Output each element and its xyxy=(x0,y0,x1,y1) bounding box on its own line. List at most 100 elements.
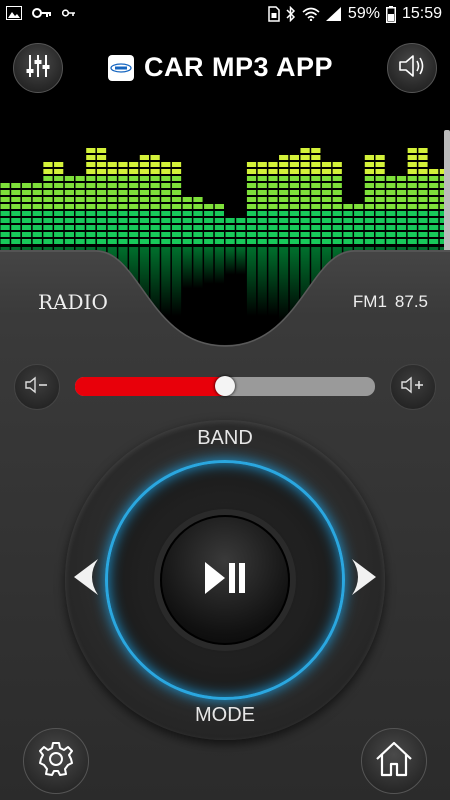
spectrum-segment xyxy=(96,197,107,202)
spectrum-segment xyxy=(396,176,407,181)
spectrum-segment xyxy=(300,197,310,202)
spectrum-segment xyxy=(311,204,321,209)
spectrum-segment xyxy=(321,225,332,230)
spectrum-segment xyxy=(54,225,64,230)
spectrum-segment xyxy=(257,190,267,195)
spectrum-segment xyxy=(396,239,407,244)
spectrum-segment xyxy=(246,211,257,216)
spectrum-segment xyxy=(118,197,128,202)
spectrum-segment xyxy=(300,176,310,181)
spectrum-segment xyxy=(311,155,321,160)
mode-button[interactable]: MODE xyxy=(0,704,450,727)
spectrum-segment xyxy=(0,190,10,195)
spectrum-segment xyxy=(75,232,85,237)
spectrum-segment xyxy=(386,218,396,223)
spectrum-segment xyxy=(96,218,107,223)
spectrum-segment xyxy=(418,225,428,230)
spectrum-segment xyxy=(32,204,42,209)
spectrum-segment xyxy=(386,225,396,230)
spectrum-segment xyxy=(321,211,332,216)
spectrum-segment xyxy=(289,169,299,174)
spectrum-segment xyxy=(182,218,192,223)
spectrum-segment xyxy=(96,148,107,153)
spectrum-segment xyxy=(139,239,149,244)
spectrum-segment xyxy=(407,183,417,188)
spectrum-segment xyxy=(257,204,267,209)
spectrum-segment xyxy=(429,211,439,216)
spectrum-segment xyxy=(171,190,182,195)
spectrum-segment xyxy=(257,218,267,223)
spectrum-segment xyxy=(407,218,417,223)
spectrum-segment xyxy=(396,225,407,230)
spectrum-segment xyxy=(204,218,214,223)
spectrum-segment xyxy=(257,225,267,230)
previous-arrow-button[interactable] xyxy=(72,557,100,602)
spectrum-segment xyxy=(43,176,53,181)
app-title-text: CAR MP3 APP xyxy=(144,52,334,82)
app-logo-icon xyxy=(108,54,134,81)
spectrum-segment xyxy=(246,190,257,195)
spectrum-segment xyxy=(300,190,310,195)
spectrum-segment xyxy=(300,204,310,209)
spectrum-segment xyxy=(11,204,21,209)
spectrum-segment xyxy=(321,169,332,174)
volume-up-button[interactable] xyxy=(390,364,436,410)
spectrum-segment xyxy=(43,162,53,167)
spectrum-segment xyxy=(364,197,374,202)
play-pause-button[interactable] xyxy=(160,515,290,645)
spectrum-segment xyxy=(54,183,64,188)
spectrum-segment xyxy=(311,148,321,153)
previous-arrow-icon xyxy=(72,559,100,601)
spectrum-segment xyxy=(354,204,364,209)
spectrum-segment xyxy=(150,162,160,167)
spectrum-segment xyxy=(332,169,342,174)
spectrum-segment xyxy=(150,176,160,181)
spectrum-segment xyxy=(118,183,128,188)
next-arrow-button[interactable] xyxy=(350,557,378,602)
spectrum-segment xyxy=(386,239,396,244)
spectrum-segment xyxy=(311,162,321,167)
band-button[interactable]: BAND xyxy=(0,427,450,450)
spectrum-segment xyxy=(171,239,182,244)
spectrum-segment xyxy=(396,204,407,209)
spectrum-segment xyxy=(107,197,117,202)
spectrum-segment xyxy=(429,218,439,223)
spectrum-segment xyxy=(268,176,278,181)
spectrum-segment xyxy=(32,183,42,188)
spectrum-segment xyxy=(96,239,107,244)
home-button[interactable] xyxy=(361,728,427,794)
spectrum-segment xyxy=(139,169,149,174)
spectrum-segment xyxy=(21,225,32,230)
spectrum-segment xyxy=(204,239,214,244)
spectrum-segment xyxy=(225,239,235,244)
volume-down-button[interactable] xyxy=(14,364,60,410)
spectrum-segment xyxy=(64,211,74,216)
spectrum-segment xyxy=(64,197,74,202)
equalizer-button[interactable] xyxy=(13,43,63,93)
spectrum-segment xyxy=(257,183,267,188)
spectrum-segment xyxy=(289,190,299,195)
spectrum-segment xyxy=(375,197,385,202)
frequency-display: FM1 87.5 xyxy=(353,292,428,312)
spectrum-segment xyxy=(96,155,107,160)
next-arrow-icon xyxy=(350,559,378,601)
spectrum-segment xyxy=(300,211,310,216)
spectrum-segment xyxy=(64,232,74,237)
spectrum-segment xyxy=(0,211,10,216)
speaker-button[interactable] xyxy=(387,43,437,93)
spectrum-segment xyxy=(289,225,299,230)
spectrum-segment xyxy=(54,190,64,195)
spectrum-segment xyxy=(182,239,192,244)
volume-slider-thumb[interactable] xyxy=(215,376,235,396)
spectrum-segment xyxy=(354,239,364,244)
spectrum-segment xyxy=(386,204,396,209)
spectrum-segment xyxy=(311,239,321,244)
spectrum-segment xyxy=(64,225,74,230)
settings-button[interactable] xyxy=(23,728,89,794)
spectrum-segment xyxy=(257,162,267,167)
spectrum-segment xyxy=(150,232,160,237)
spectrum-segment xyxy=(214,218,224,223)
spectrum-segment xyxy=(418,190,428,195)
spectrum-segment xyxy=(54,239,64,244)
spectrum-segment xyxy=(311,183,321,188)
